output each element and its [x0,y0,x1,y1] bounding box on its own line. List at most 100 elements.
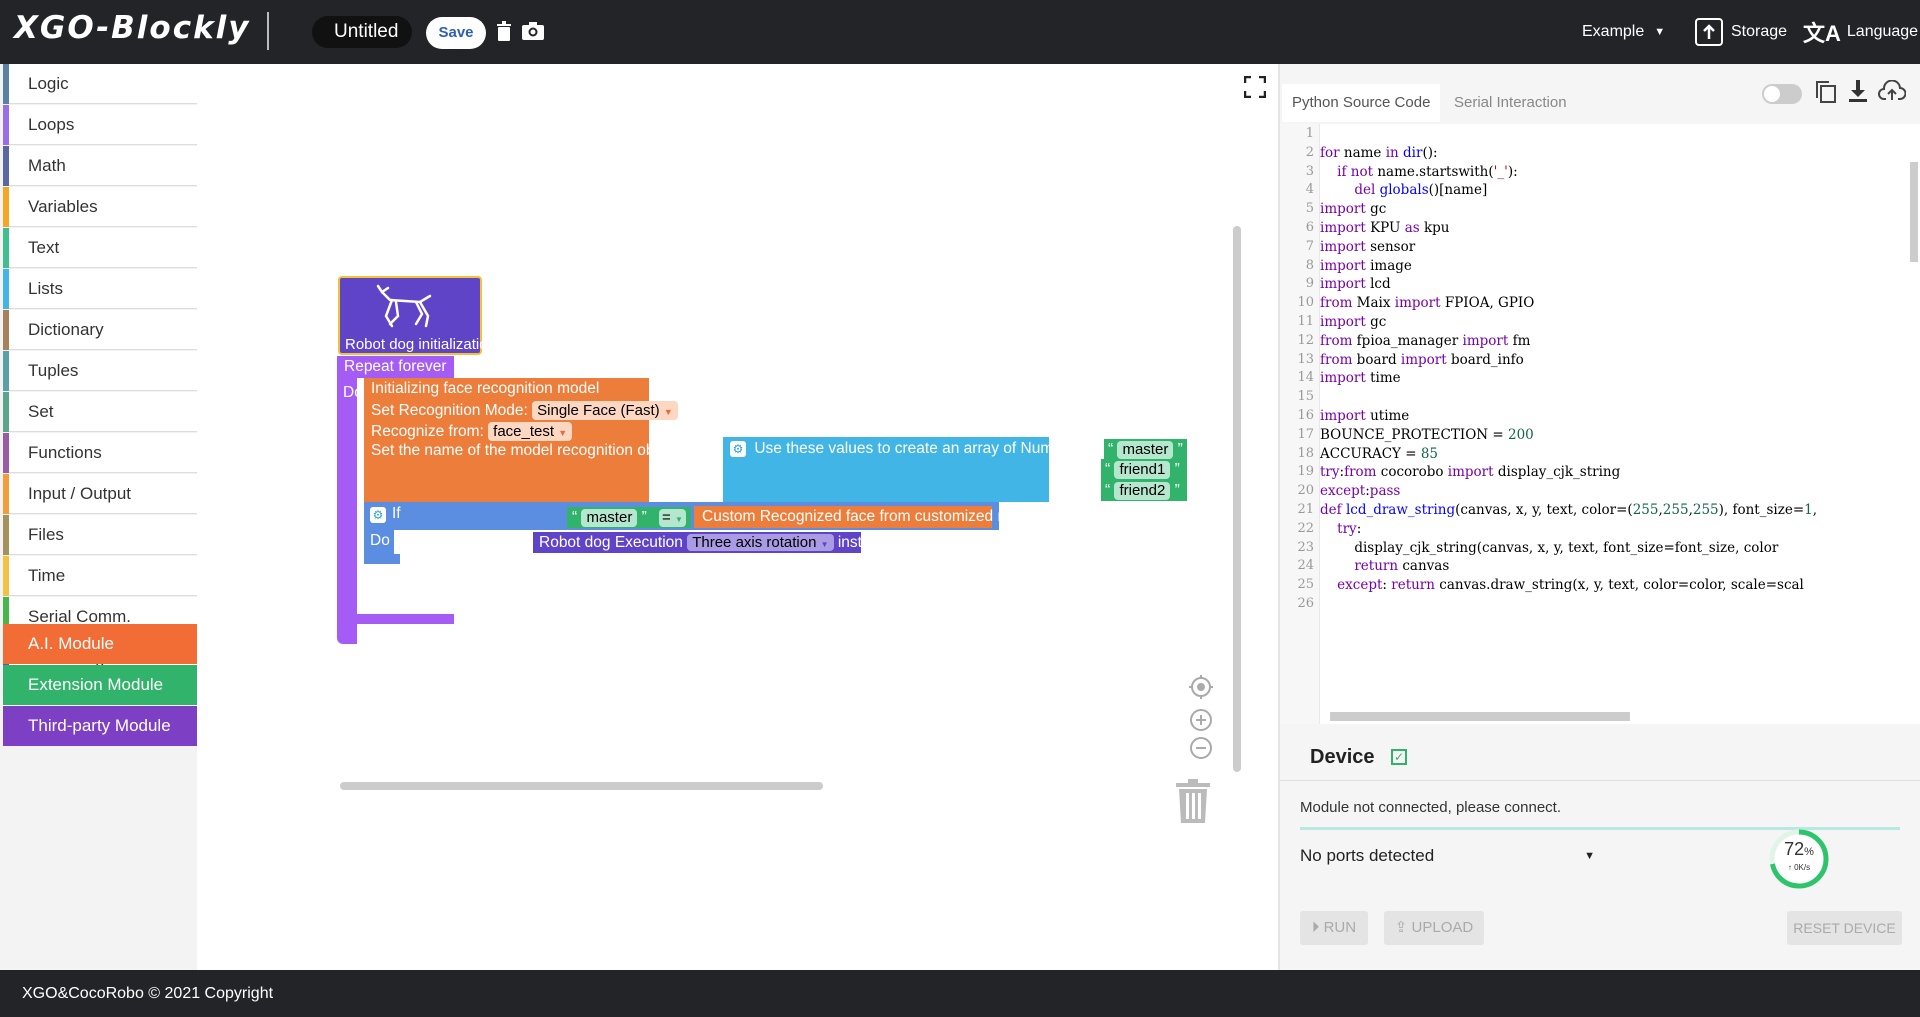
line-number: 25 [1297,577,1314,593]
category-tuples[interactable]: Tuples [3,351,197,391]
module-a-i-module[interactable]: A.I. Module [3,624,197,664]
toggle-switch[interactable] [1762,84,1802,104]
run-button[interactable]: ⏵ RUN [1300,911,1368,945]
string-value-3[interactable]: friend2 [1114,482,1171,500]
compare-operator-dropdown[interactable]: = ▼ [656,507,691,528]
robot-dog-icon [376,284,432,328]
reset-device-button[interactable]: RESET DEVICE [1787,911,1902,945]
face-recognition-block[interactable]: Initializing face recognition model Set … [364,378,683,502]
fullscreen-icon[interactable] [1243,75,1267,99]
category-input-output[interactable]: Input / Output [3,474,197,514]
device-title: Device [1310,746,1375,768]
progress-percent: 72 [1784,839,1805,859]
custom-recognized-face-block[interactable]: Custom Recognized face from customized m… [694,506,1040,528]
category-loops[interactable]: Loops [3,105,197,145]
zoom-out-icon[interactable] [1190,737,1212,759]
category-variables[interactable]: Variables [3,187,197,227]
translate-icon: 文A [1803,21,1841,46]
category-time[interactable]: Time [3,556,197,596]
code-line: import gc [1320,314,1387,330]
camera-icon[interactable] [520,18,546,44]
category-dictionary[interactable]: Dictionary [3,310,197,350]
workspace-trash-icon[interactable] [1175,779,1211,823]
category-color-bar [3,433,9,473]
category-label: Dictionary [28,320,104,339]
recognition-mode-dropdown[interactable]: Single Face (Fast) ▼ [532,401,678,420]
example-dropdown[interactable]: Example ▼ [1582,0,1665,64]
category-math[interactable]: Math [3,146,197,186]
code-vertical-scrollbar[interactable] [1910,162,1918,262]
zoom-in-icon[interactable] [1190,709,1212,731]
category-logic[interactable]: Logic [3,64,197,104]
category-lists[interactable]: Lists [3,269,197,309]
code-line: del globals()[name] [1354,182,1488,199]
blockly-workspace[interactable]: Repeat forever Do Robot dog initializati… [197,64,1278,970]
category-set[interactable]: Set [3,392,197,432]
code-line: try: [1337,520,1362,537]
string-value-1[interactable]: master [1117,441,1174,459]
storage-label: Storage [1731,23,1788,40]
code-line: import time [1320,370,1401,387]
run-label: RUN [1323,919,1357,936]
string-block-2[interactable]: “ friend1 ” [1101,459,1187,480]
storage-button[interactable]: Storage [1694,0,1787,64]
upload-icon: ⇪ [1394,919,1408,936]
copy-icon[interactable] [1815,80,1837,109]
exec-action-dropdown[interactable]: Three axis rotation ▼ [687,534,834,551]
category-label: Lists [28,279,63,298]
category-functions[interactable]: Functions [3,433,197,473]
code-line: from Maix import FPIOA, GPIO [1320,295,1535,312]
string-block-1[interactable]: “ master ” [1104,439,1187,460]
language-button[interactable]: 文A Language [1803,0,1918,64]
code-line: import image [1320,257,1412,274]
compare-left-value[interactable]: master [581,509,638,527]
recognize-from-dropdown[interactable]: face_test ▼ [488,422,573,441]
cloud-upload-icon[interactable] [1878,79,1907,107]
line-number: 19 [1297,464,1314,480]
category-files[interactable]: Files [3,515,197,555]
if-gear-icon[interactable]: ⚙ [370,507,386,523]
module-third-party-module[interactable]: Third-party Module [3,706,197,746]
do-label: Do [343,384,363,401]
tab-python-source[interactable]: Python Source Code [1282,84,1441,122]
robot-dog-execution-block[interactable]: Robot dog Execution Three axis rotation … [533,532,909,553]
exec-suffix: instruction [837,534,909,551]
project-title-input[interactable]: Untitled [312,16,412,48]
code-horizontal-scrollbar[interactable] [1330,712,1630,721]
upload-button[interactable]: ⇪ UPLOAD [1384,911,1484,945]
app-logo: XGO-Blockly [14,10,251,46]
robot-dog-init-block[interactable]: Robot dog initialization [338,276,496,355]
category-label: Text [28,238,60,257]
workspace-horizontal-scrollbar[interactable] [340,782,823,790]
array-label: Use these values to create an array of N… [754,440,1084,457]
string-value-2[interactable]: friend1 [1114,461,1171,479]
device-checkbox[interactable]: ✓ [1391,749,1407,765]
recenter-icon[interactable] [1188,674,1214,700]
line-number: 18 [1297,445,1314,461]
download-icon[interactable] [1848,80,1868,107]
workspace-vertical-scrollbar[interactable] [1233,226,1241,772]
caret-down-icon: ▼ [1584,850,1595,862]
gear-icon[interactable]: ⚙ [730,440,746,457]
category-label: Tuples [28,361,79,380]
port-select[interactable]: No ports detected ▼ [1300,838,1595,874]
save-button[interactable]: Save [426,17,486,49]
tab-serial-interaction[interactable]: Serial Interaction [1444,84,1577,122]
string-block-3[interactable]: “ friend2 ” [1101,480,1187,501]
face-init-label: Initializing face recognition model [371,380,600,397]
repeat-forever-block[interactable]: Repeat forever [337,356,454,378]
code-editor[interactable]: 1 2 3 4 5 6 7 8 9 10 11 12 13 14 15 16 17 18 19 20 21 22 23 24 2… [1280,124,1920,788]
category-text[interactable]: Text [3,228,197,268]
line-number: 1 [1305,126,1314,141]
line-number: 9 [1305,276,1314,292]
code-line: import lcd [1320,276,1391,293]
init-label: Robot dog initialization [345,336,496,353]
module-extension-module[interactable]: Extension Module [3,665,197,705]
compare-string-block[interactable]: “ master ” [567,507,657,528]
line-number: 24 [1297,558,1314,574]
line-number: 17 [1297,426,1314,442]
header-divider [267,12,269,50]
category-color-bar [3,105,9,145]
create-array-block[interactable]: ⚙ Use these values to create an array of… [723,437,1083,502]
trash-icon[interactable] [491,18,517,44]
